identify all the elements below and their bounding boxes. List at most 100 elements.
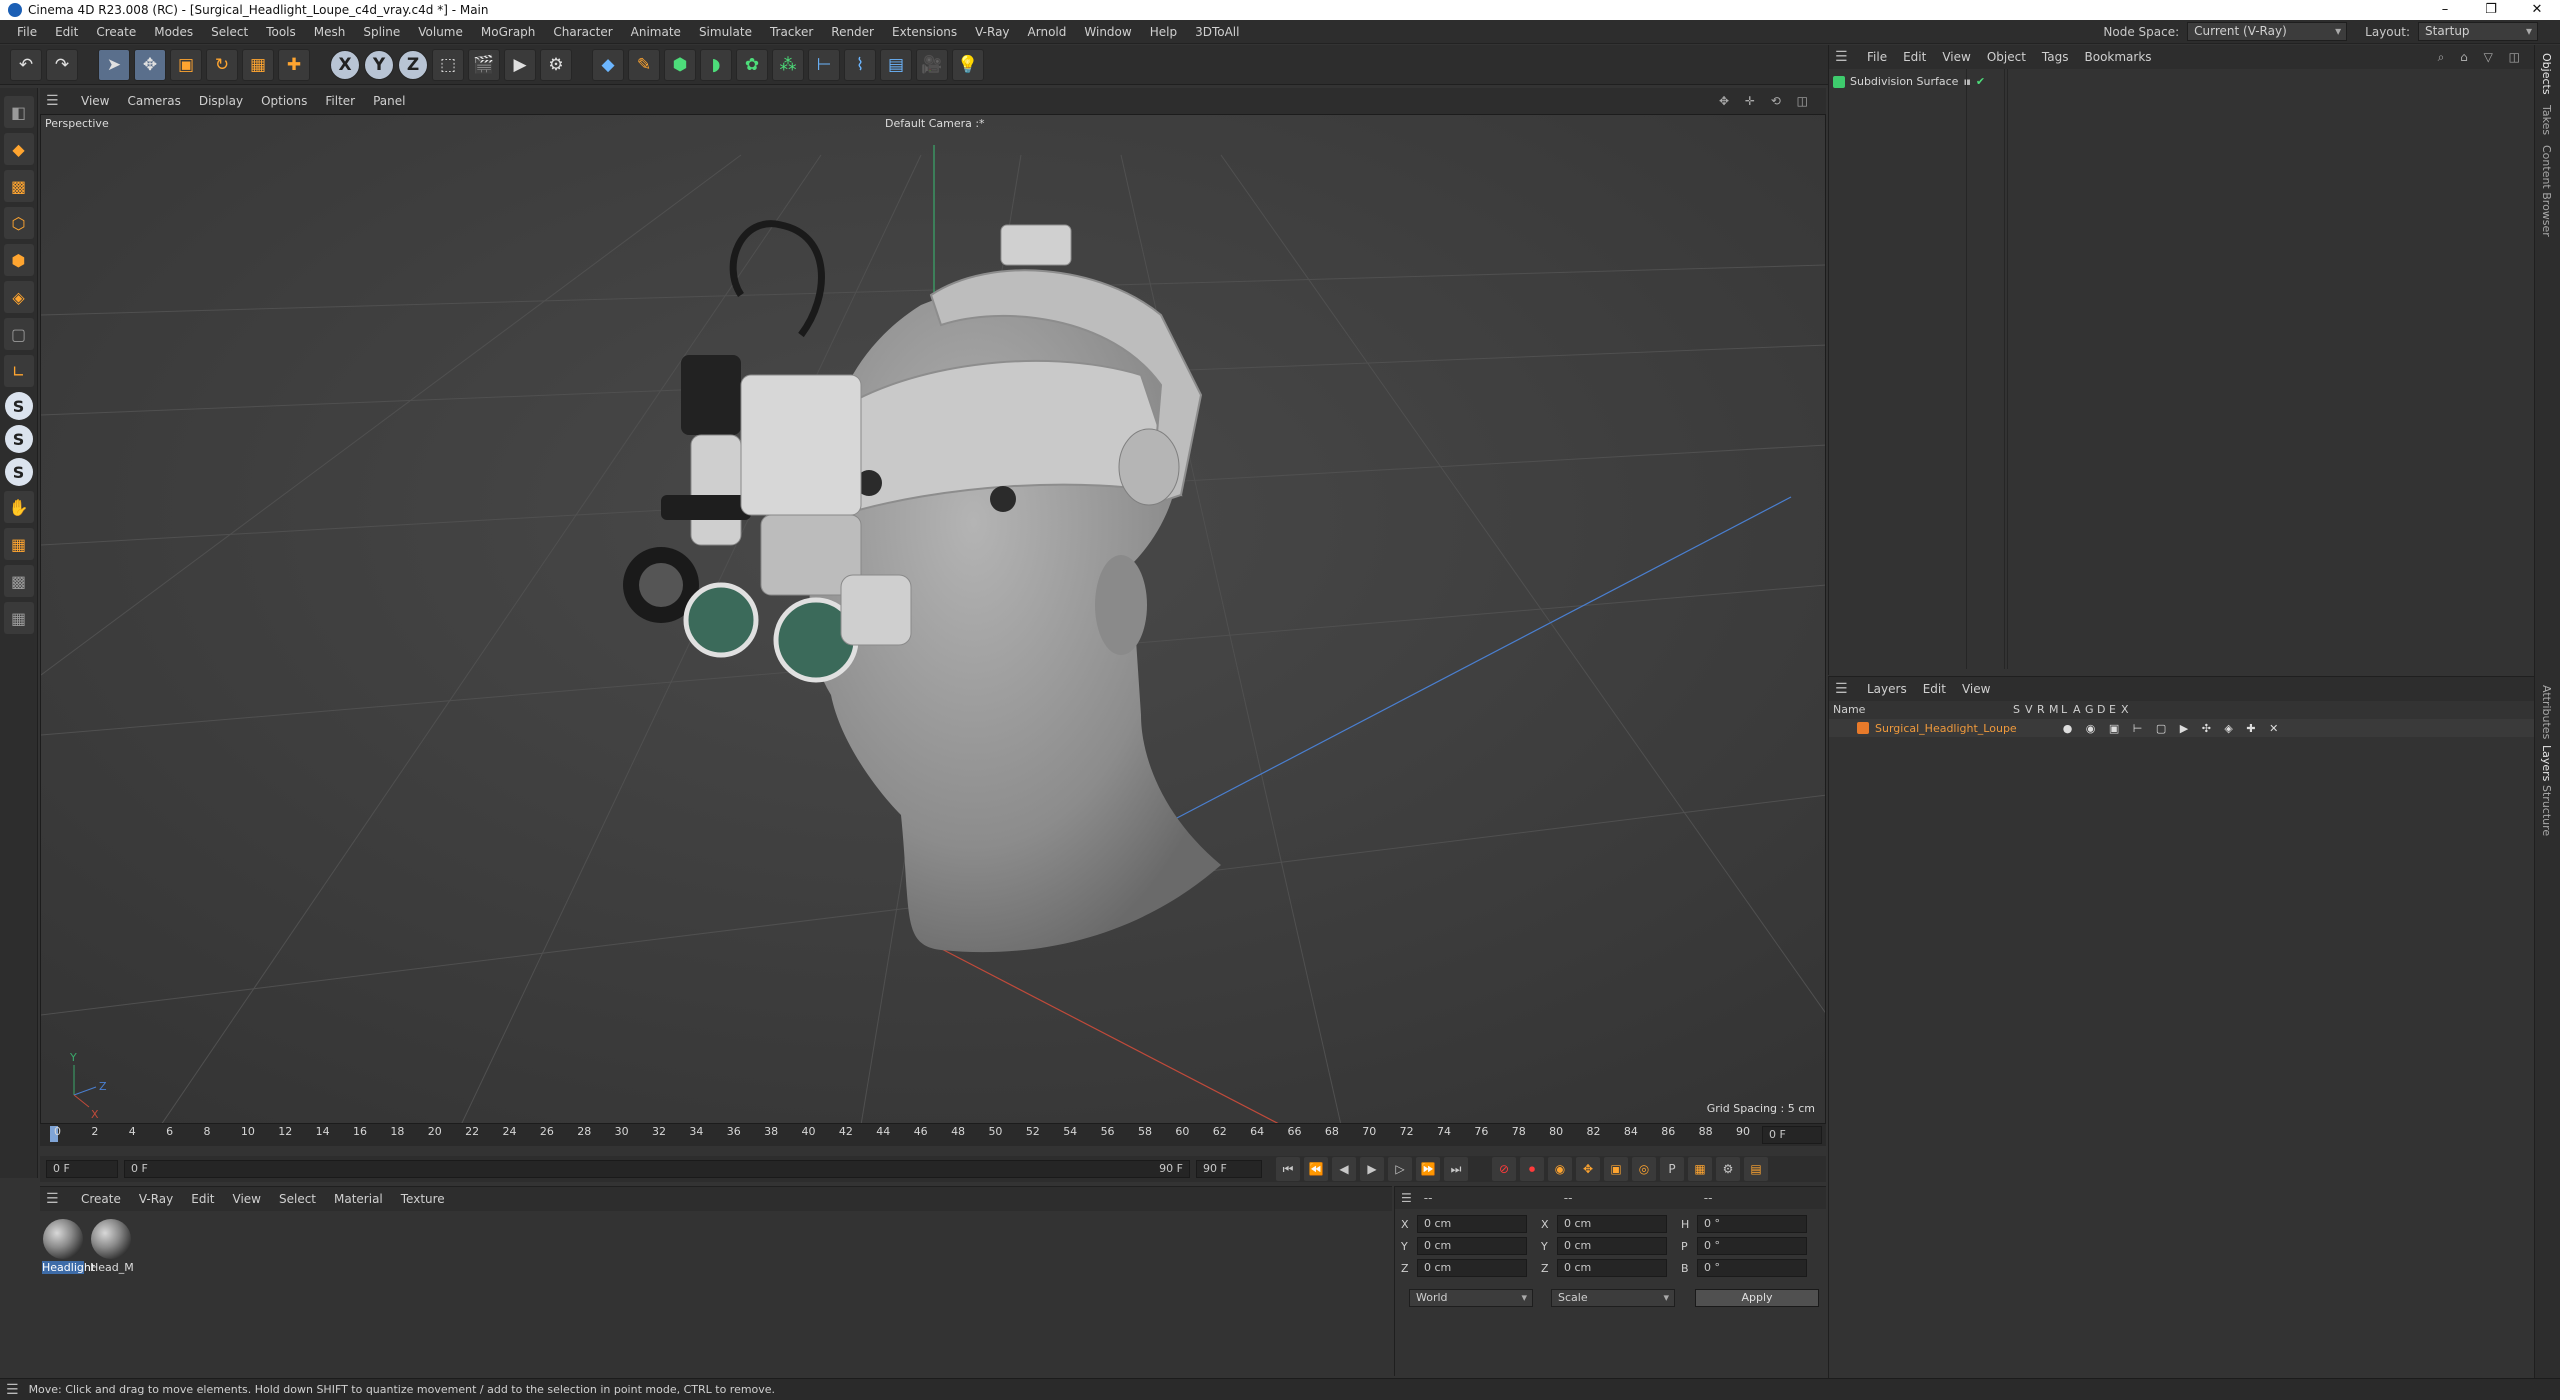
object-menu-object[interactable]: Object	[1979, 50, 2034, 64]
coordinate-system-icon[interactable]: ⬚	[432, 48, 464, 81]
material-menu-create[interactable]: Create	[72, 1192, 130, 1206]
menu-item-tracker[interactable]: Tracker	[761, 25, 822, 39]
object-hamburger-icon[interactable]: ☰	[1835, 49, 1851, 65]
layer-column-x[interactable]: X	[2121, 703, 2129, 716]
subdivision-icon[interactable]: ⬢	[664, 48, 696, 81]
light-icon[interactable]: 💡	[952, 48, 984, 81]
material-swatch[interactable]: Headlight	[42, 1219, 95, 1274]
viewport-hamburger-icon[interactable]: ☰	[46, 93, 62, 109]
scale-icon[interactable]: ▣	[170, 48, 202, 81]
material-menu-view[interactable]: View	[224, 1192, 270, 1206]
object-menu-file[interactable]: File	[1859, 50, 1895, 64]
coord-size-field[interactable]: 0 cm	[1557, 1215, 1667, 1233]
layer-column-l[interactable]: L	[2061, 703, 2067, 716]
object-menu-tags[interactable]: Tags	[2034, 50, 2077, 64]
material-menu-texture[interactable]: Texture	[392, 1192, 454, 1206]
coord-pos-field[interactable]: 0 cm	[1417, 1259, 1527, 1277]
deformer-icon[interactable]: ⌇	[844, 48, 876, 81]
goto-end-icon[interactable]: ⏭	[1444, 1157, 1468, 1181]
field-icon[interactable]: ⊢	[808, 48, 840, 81]
snap-settings-icon[interactable]: S	[4, 425, 33, 453]
timeline-ruler[interactable]: 0 F 0 2 4 6 8 10 12 14 16 18 20 22 24 26 28 30 32 34 36 38 4…	[40, 1124, 1826, 1146]
object-menu-view[interactable]: View	[1934, 50, 1978, 64]
layer-menu-layers[interactable]: Layers	[1859, 682, 1915, 696]
edges-mode-icon[interactable]: ⬢	[3, 244, 34, 276]
motion-icon[interactable]: ⚙	[1716, 1157, 1740, 1181]
end-frame-field[interactable]: 90 F	[1196, 1160, 1262, 1178]
material-menu-edit[interactable]: Edit	[182, 1192, 223, 1206]
key-move-icon[interactable]: ✥	[1576, 1157, 1600, 1181]
layer-color-swatch[interactable]	[1857, 722, 1869, 734]
pen-icon[interactable]: ✎	[628, 48, 660, 81]
cube-icon[interactable]: ◆	[592, 48, 624, 81]
coord-mode-dropdown[interactable]: Scale	[1551, 1289, 1675, 1307]
layer-column-v[interactable]: V	[2025, 703, 2033, 716]
record-off-icon[interactable]: ⊘	[1492, 1157, 1516, 1181]
bend-icon[interactable]: ◗	[700, 48, 732, 81]
lock-grid-icon[interactable]: ▦	[3, 602, 34, 634]
layer-column-m[interactable]: M	[2049, 703, 2059, 716]
maximize-button[interactable]: ❐	[2468, 0, 2514, 20]
record-icon[interactable]: ⏺	[1520, 1157, 1544, 1181]
object-menu-edit[interactable]: Edit	[1895, 50, 1934, 64]
menu-item-edit[interactable]: Edit	[46, 25, 87, 39]
render-view-icon[interactable]: ▶	[504, 48, 536, 81]
object-search-icon[interactable]: ⌕ ⌂ ▽ ◫	[2438, 50, 2526, 65]
layer-menu-edit[interactable]: Edit	[1915, 682, 1954, 696]
menu-item-mesh[interactable]: Mesh	[305, 25, 355, 39]
menu-item-window[interactable]: Window	[1075, 25, 1140, 39]
soft-selection-icon[interactable]: ✋	[3, 491, 34, 523]
axis-lock-y-button[interactable]: Y	[364, 49, 394, 80]
move-icon[interactable]: ✥	[134, 48, 166, 81]
object-row[interactable]: Subdivision Surface ▪ ✔	[1833, 75, 1985, 88]
coordinates-hamburger-icon[interactable]: ☰	[1401, 1191, 1412, 1205]
key-scale-icon[interactable]: ▣	[1604, 1157, 1628, 1181]
axis-mode-icon[interactable]: ∟	[3, 355, 34, 387]
material-menu-material[interactable]: Material	[325, 1192, 392, 1206]
side-tab-layers[interactable]: Layers	[2540, 745, 2553, 781]
layer-column-name[interactable]: Name	[1833, 703, 1865, 716]
points-mode-icon[interactable]: ⬡	[3, 207, 34, 239]
workplane-grid-icon[interactable]: ▩	[3, 565, 34, 597]
layer-name[interactable]: Surgical_Headlight_Loupe	[1875, 722, 2017, 735]
model-mode-icon[interactable]: ◆	[3, 133, 34, 165]
side-tab-attributes[interactable]: Attributes	[2540, 685, 2553, 739]
coord-pos-field[interactable]: 0 cm	[1417, 1215, 1527, 1233]
redo-icon[interactable]: ↷	[46, 48, 78, 81]
layer-column-s[interactable]: S	[2013, 703, 2020, 716]
coord-rot-field[interactable]: 0 °	[1697, 1237, 1807, 1255]
viewport-menu-filter[interactable]: Filter	[316, 94, 364, 108]
rotate-icon[interactable]: ↻	[206, 48, 238, 81]
status-hamburger-icon[interactable]: ☰	[6, 1382, 19, 1398]
coord-pos-field[interactable]: 0 cm	[1417, 1237, 1527, 1255]
play-icon[interactable]: ▶	[1360, 1157, 1384, 1181]
object-name[interactable]: Subdivision Surface	[1850, 75, 1958, 88]
menu-item-v-ray[interactable]: V-Ray	[966, 25, 1018, 39]
layer-column-d[interactable]: D	[2097, 703, 2105, 716]
select-icon[interactable]: ➤	[98, 48, 130, 81]
layer-menu-view[interactable]: View	[1954, 682, 1998, 696]
workplane-icon[interactable]: S	[4, 458, 33, 486]
next-key-icon[interactable]: ⏩	[1416, 1157, 1440, 1181]
coord-size-field[interactable]: 0 cm	[1557, 1237, 1667, 1255]
timeline-end-field[interactable]: 0 F	[1762, 1126, 1822, 1144]
minimize-button[interactable]: –	[2422, 0, 2468, 20]
preview-range-field[interactable]: 0 F 90 F	[124, 1160, 1190, 1178]
menu-item-extensions[interactable]: Extensions	[883, 25, 966, 39]
menu-item-animate[interactable]: Animate	[622, 25, 690, 39]
layer-column-g[interactable]: G	[2085, 703, 2094, 716]
snap-icon[interactable]: S	[4, 392, 33, 420]
material-preview-icon[interactable]	[43, 1219, 83, 1259]
viewport-menu-options[interactable]: Options	[252, 94, 316, 108]
camera-name-label[interactable]: Default Camera :*	[885, 117, 985, 130]
menu-item-volume[interactable]: Volume	[409, 25, 472, 39]
prev-key-icon[interactable]: ⏪	[1304, 1157, 1328, 1181]
layer-column-e[interactable]: E	[2109, 703, 2116, 716]
material-hamburger-icon[interactable]: ☰	[46, 1191, 62, 1207]
axis-lock-z-button[interactable]: Z	[398, 49, 428, 80]
next-frame-icon[interactable]: ▷	[1388, 1157, 1412, 1181]
node-space-dropdown[interactable]: Current (V-Ray)	[2187, 22, 2348, 41]
autokey-icon[interactable]: ◉	[1548, 1157, 1572, 1181]
grid-icon[interactable]: ▦	[3, 528, 34, 560]
menu-item-file[interactable]: File	[8, 25, 46, 39]
